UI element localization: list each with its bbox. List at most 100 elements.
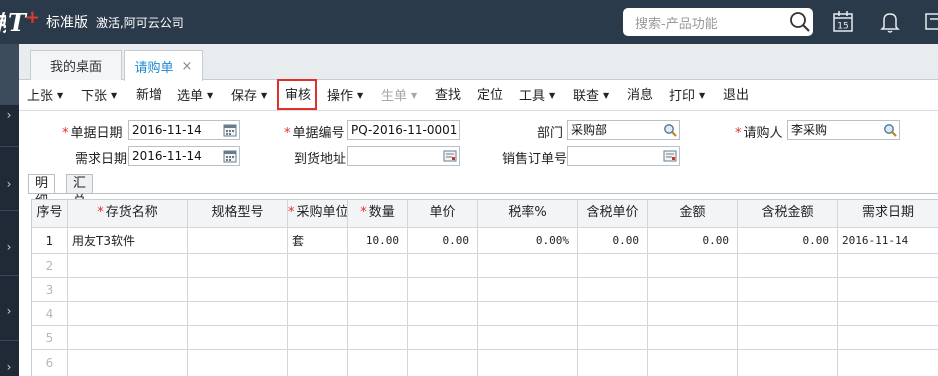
tab-label: 我的桌面 bbox=[49, 60, 102, 75]
chevron-down-icon: ▼ bbox=[549, 91, 556, 100]
col-header-need-date[interactable]: 需求日期 bbox=[838, 200, 938, 228]
requester-label: * 请购人 bbox=[735, 126, 783, 141]
message-button[interactable]: 消息 bbox=[627, 81, 653, 111]
sales-order-field[interactable] bbox=[567, 146, 680, 166]
table-row[interactable] bbox=[68, 326, 938, 350]
sidebar-expand-icon[interactable]: › bbox=[2, 108, 16, 122]
left-sidebar: › › › › › bbox=[0, 44, 19, 376]
col-header-qty[interactable]: * 数量 bbox=[348, 200, 408, 228]
logo-t: T bbox=[8, 7, 26, 37]
top-header-bar: 畅 T + 标准版 激活,阿可云公司 搜索-产品功能 15 bbox=[0, 0, 938, 44]
product-logo: 畅 T + 标准版 激活,阿可云公司 bbox=[0, 6, 184, 38]
arrival-address-field[interactable] bbox=[347, 146, 460, 166]
cell-amount[interactable]: 0.00 bbox=[648, 228, 738, 254]
search-icon[interactable] bbox=[663, 123, 677, 137]
table-row[interactable] bbox=[68, 350, 938, 376]
company-name[interactable]: 激活,阿可云公司 bbox=[96, 14, 184, 31]
save-button[interactable]: 保存 ▼ bbox=[231, 81, 267, 111]
next-button[interactable]: 下张 ▼ bbox=[81, 81, 117, 111]
locate-button[interactable]: 定位 bbox=[477, 81, 503, 111]
chevron-down-icon: ▼ bbox=[357, 91, 364, 100]
print-button[interactable]: 打印 ▼ bbox=[669, 81, 705, 111]
link-query-button[interactable]: 联查 ▼ bbox=[573, 81, 609, 111]
bell-icon[interactable] bbox=[876, 8, 904, 36]
chevron-down-icon: ▼ bbox=[603, 91, 610, 100]
tab-purchase-requisition[interactable]: 请购单 × bbox=[124, 50, 203, 81]
search-icon[interactable] bbox=[883, 123, 897, 137]
cell-spec[interactable] bbox=[188, 228, 288, 254]
row-number: 4 bbox=[32, 302, 68, 326]
cell-need-date[interactable]: 2016-11-14 bbox=[838, 228, 938, 254]
order-picker-icon[interactable] bbox=[663, 149, 677, 163]
tab-detail[interactable]: 明细 bbox=[28, 174, 56, 209]
detail-grid: 序号 * 存货名称 规格型号 * 采购单位 * 数量 单价 税率% 含税单价 金额 含… bbox=[31, 199, 938, 376]
document-tabs: 我的桌面 请购单 × bbox=[19, 44, 938, 81]
col-header-name[interactable]: * 存货名称 bbox=[68, 200, 188, 228]
calendar-icon[interactable]: 15 bbox=[829, 8, 857, 36]
need-date-label: 需求日期 bbox=[75, 152, 128, 167]
sidebar-expand-icon[interactable]: › bbox=[2, 177, 16, 191]
cell-unit[interactable]: 套 bbox=[288, 228, 348, 254]
need-date-field[interactable]: 2016-11-14 bbox=[128, 146, 240, 166]
table-row[interactable] bbox=[68, 278, 938, 302]
col-header-tax-amount[interactable]: 含税金额 bbox=[738, 200, 838, 228]
select-order-button[interactable]: 选单 ▼ bbox=[177, 81, 213, 111]
search-icon[interactable] bbox=[789, 11, 811, 33]
prev-button[interactable]: 上张 ▼ bbox=[27, 81, 63, 111]
new-button[interactable]: 新增 bbox=[136, 81, 162, 111]
sales-order-label: 销售订单号 bbox=[502, 152, 568, 167]
address-picker-icon[interactable] bbox=[443, 149, 457, 163]
close-icon[interactable]: × bbox=[182, 59, 193, 74]
row-number: 1 bbox=[32, 228, 68, 254]
cell-tax[interactable]: 0.00% bbox=[478, 228, 578, 254]
cell-tax-price[interactable]: 0.00 bbox=[578, 228, 648, 254]
search-input[interactable]: 搜索-产品功能 bbox=[623, 8, 813, 36]
cell-qty[interactable]: 10.00 bbox=[348, 228, 408, 254]
calendar-icon[interactable] bbox=[223, 149, 237, 163]
col-header-tax-price[interactable]: 含税单价 bbox=[578, 200, 648, 228]
cell-name[interactable]: 用友T3软件 bbox=[68, 228, 188, 254]
col-header-no: 序号 bbox=[32, 200, 68, 228]
doc-date-label: * 单据日期 bbox=[62, 126, 123, 141]
sidebar-active-block[interactable] bbox=[0, 44, 19, 104]
col-header-spec[interactable]: 规格型号 bbox=[188, 200, 288, 228]
doc-no-field[interactable]: PQ-2016-11-0001 bbox=[347, 120, 460, 140]
tab-my-desktop[interactable]: 我的桌面 bbox=[30, 50, 122, 80]
chevron-down-icon: ▼ bbox=[261, 91, 268, 100]
operate-button[interactable]: 操作 ▼ bbox=[327, 81, 363, 111]
sidebar-divider bbox=[0, 146, 19, 147]
table-row[interactable] bbox=[68, 254, 938, 278]
tab-summary[interactable]: 汇总 bbox=[66, 174, 94, 209]
col-header-price[interactable]: 单价 bbox=[408, 200, 478, 228]
chevron-down-icon: ▼ bbox=[699, 91, 706, 100]
sidebar-divider bbox=[0, 210, 19, 211]
logo-plus: + bbox=[24, 6, 40, 28]
product-edition: 标准版 bbox=[45, 15, 88, 31]
calendar-day: 15 bbox=[837, 22, 848, 32]
doc-date-field[interactable]: 2016-11-14 bbox=[128, 120, 240, 140]
cell-price[interactable]: 0.00 bbox=[408, 228, 478, 254]
requester-field[interactable]: 李采购 bbox=[787, 120, 900, 140]
find-button[interactable]: 查找 bbox=[435, 81, 461, 111]
calendar-icon[interactable] bbox=[223, 123, 237, 137]
sidebar-expand-icon[interactable]: › bbox=[2, 304, 16, 318]
exit-button[interactable]: 退出 bbox=[723, 81, 749, 111]
dept-field[interactable]: 采购部 bbox=[567, 120, 680, 140]
sidebar-divider bbox=[0, 104, 19, 105]
col-header-unit[interactable]: * 采购单位 bbox=[288, 200, 348, 228]
sidebar-expand-icon[interactable]: › bbox=[2, 360, 16, 374]
toolbar: 上张 ▼ 下张 ▼ 新增 选单 ▼ 保存 ▼ 审核 操作 ▼ 生单 ▼ 查找 定位 工具 ▼ … bbox=[19, 81, 938, 111]
tools-button[interactable]: 工具 ▼ bbox=[519, 81, 555, 111]
audit-highlight-box bbox=[277, 79, 317, 110]
arrival-address-label: 到货地址 bbox=[294, 152, 347, 167]
generate-order-button[interactable]: 生单 ▼ bbox=[381, 81, 417, 111]
row-number: 2 bbox=[32, 254, 68, 278]
tab-label: 请购单 bbox=[134, 60, 174, 76]
message-icon[interactable] bbox=[922, 8, 938, 36]
table-row[interactable] bbox=[68, 302, 938, 326]
chevron-down-icon: ▼ bbox=[111, 91, 118, 100]
sidebar-expand-icon[interactable]: › bbox=[2, 240, 16, 254]
cell-tax-amount[interactable]: 0.00 bbox=[738, 228, 838, 254]
col-header-tax[interactable]: 税率% bbox=[478, 200, 578, 228]
col-header-amount[interactable]: 金额 bbox=[648, 200, 738, 228]
